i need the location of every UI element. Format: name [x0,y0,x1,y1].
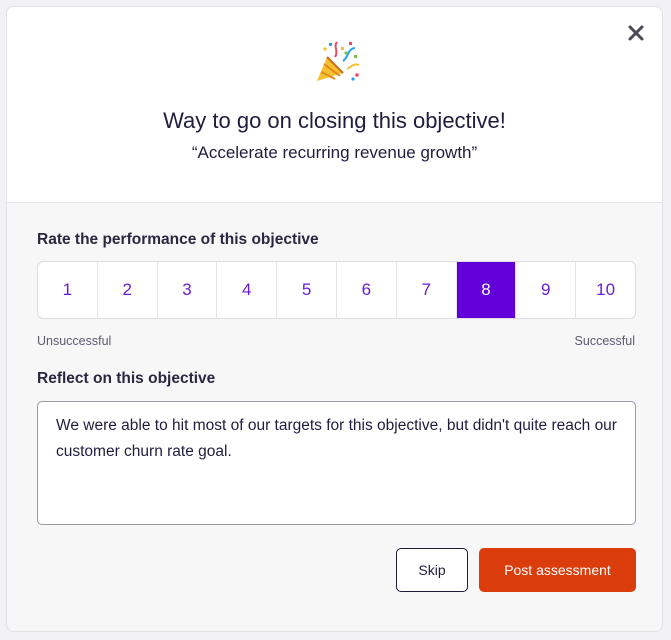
rating-scale: 1 2 3 4 5 6 7 8 9 10 [37,261,636,319]
skip-button[interactable]: Skip [396,548,468,592]
scale-max-label: Successful [574,334,635,348]
reflection-label: Reflect on this objective [37,370,216,387]
scale-min-label: Unsuccessful [37,334,112,348]
post-assessment-button[interactable]: Post assessment [479,548,636,592]
rating-option-9[interactable]: 9 [516,262,577,318]
rating-option-5[interactable]: 5 [277,262,337,318]
reflection-textarea[interactable]: We were able to hit most of our targets … [37,401,636,525]
rating-option-6[interactable]: 6 [337,262,397,318]
rating-option-7[interactable]: 7 [397,262,457,318]
rating-option-2[interactable]: 2 [98,262,158,318]
rating-option-4[interactable]: 4 [217,262,278,318]
rating-label: Rate the performance of this objective [37,231,319,248]
assessment-modal: Way to go on closing this objective! “Ac… [6,6,663,632]
modal-title: Way to go on closing this objective! [163,108,506,133]
party-popper-icon [317,41,360,81]
close-icon[interactable] [624,21,648,45]
rating-option-10[interactable]: 10 [576,262,635,318]
modal-header: Way to go on closing this objective! “Ac… [7,7,662,203]
objective-name: “Accelerate recurring revenue growth” [191,143,478,162]
rating-option-8[interactable]: 8 [456,262,517,318]
rating-option-1[interactable]: 1 [38,262,98,318]
rating-option-3[interactable]: 3 [158,262,218,318]
